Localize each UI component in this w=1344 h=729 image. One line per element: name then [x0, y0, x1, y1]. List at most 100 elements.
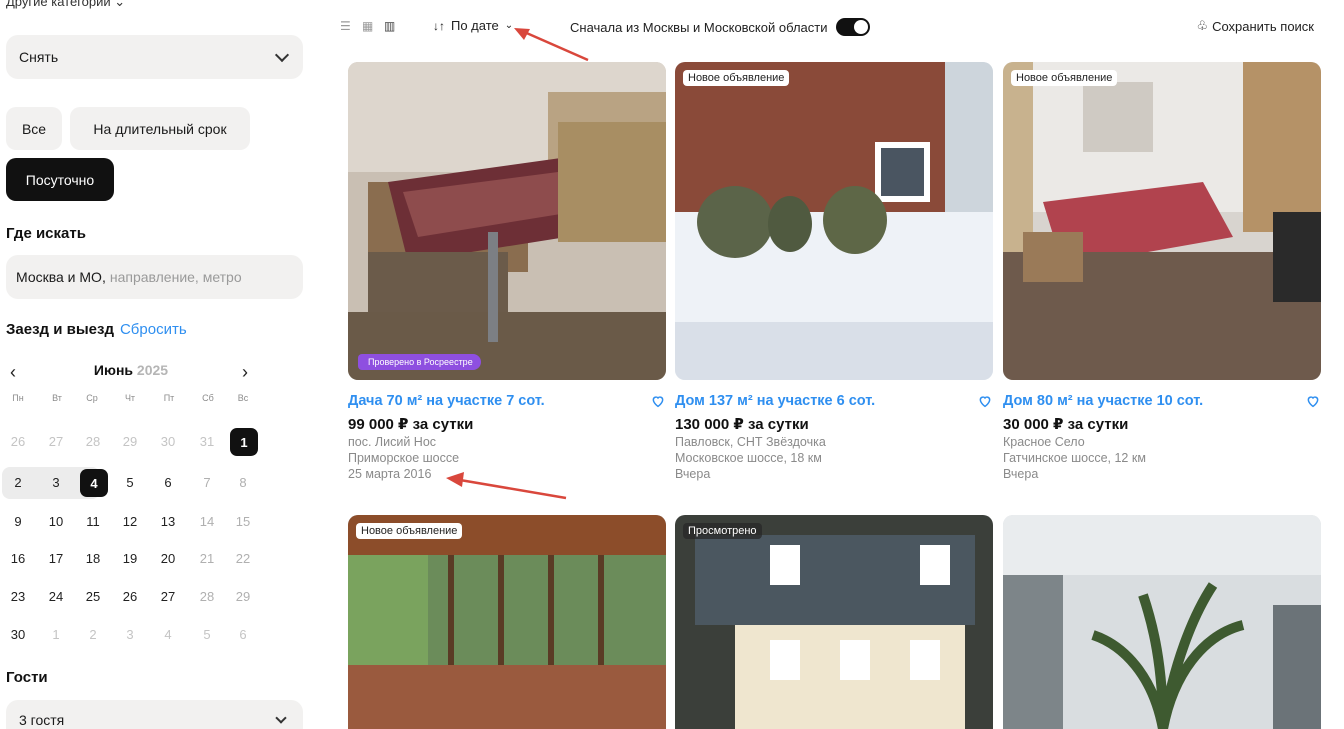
- calendar-day[interactable]: 10: [43, 508, 69, 534]
- listing-photo[interactable]: Новое объявление: [675, 62, 993, 380]
- calendar-day[interactable]: 13: [155, 508, 181, 534]
- listing-title-row: Дом 80 м² на участке 10 сот.: [1003, 393, 1321, 409]
- calendar-day[interactable]: 29: [117, 428, 143, 454]
- moscow-first-label: Сначала из Москвы и Московской области: [570, 19, 828, 35]
- heart-icon[interactable]: [1305, 393, 1321, 409]
- photo-brick-house-snow: [675, 62, 993, 380]
- listing-photo[interactable]: [1003, 515, 1321, 729]
- calendar-day[interactable]: 12: [117, 508, 143, 534]
- calendar-day[interactable]: 17: [43, 545, 69, 571]
- list-view-icon[interactable]: ☰: [340, 20, 351, 32]
- listing-title-row: Дом 137 м² на участке 6 сот.: [675, 393, 993, 409]
- chip-all[interactable]: Все: [6, 107, 62, 150]
- calendar-day[interactable]: 30: [5, 621, 31, 647]
- listing-photo[interactable]: Просмотрено: [675, 515, 993, 729]
- listing-price: 30 000 ₽ за сутки: [1003, 416, 1129, 433]
- map-view-icon[interactable]: ▥: [384, 20, 395, 32]
- heart-icon[interactable]: [977, 393, 993, 409]
- calendar-day[interactable]: 6: [155, 469, 181, 495]
- moscow-first-toggle[interactable]: [835, 18, 870, 36]
- calendar-day[interactable]: 2: [5, 469, 31, 495]
- listing-title[interactable]: Дача 70 м² на участке 7 сот.: [348, 393, 545, 409]
- calendar-day[interactable]: 5: [117, 469, 143, 495]
- listing-title[interactable]: Дом 137 м² на участке 6 сот.: [675, 393, 875, 409]
- location-placeholder: направление, метро: [109, 269, 242, 285]
- calendar-day[interactable]: 26: [117, 583, 143, 609]
- new-listing-badge: Новое объявление: [683, 70, 790, 86]
- calendar-day[interactable]: 16: [5, 545, 31, 571]
- listing-photo[interactable]: Проверено в Росреестре: [348, 62, 666, 380]
- weekday-label: Пт: [163, 393, 175, 403]
- calendar-day[interactable]: 7: [194, 469, 220, 495]
- listing-road: Приморское шоссе: [348, 451, 460, 465]
- calendar-day[interactable]: 3: [43, 469, 69, 495]
- calendar-day[interactable]: 1: [43, 621, 69, 647]
- calendar-day[interactable]: 24: [43, 583, 69, 609]
- listing-card[interactable]: Новое объявление Дом 80 м² на участке 10…: [1003, 62, 1321, 481]
- calendar-day[interactable]: 26: [5, 428, 31, 454]
- calendar-day[interactable]: 25: [80, 583, 106, 609]
- calendar-day[interactable]: 4: [155, 621, 181, 647]
- new-listing-badge: Новое объявление: [1011, 70, 1118, 86]
- calendar-day[interactable]: 3: [117, 621, 143, 647]
- calendar-day[interactable]: 29: [230, 583, 256, 609]
- calendar-day[interactable]: 8: [230, 469, 256, 495]
- listing-card[interactable]: [1003, 515, 1321, 729]
- calendar-day[interactable]: 6: [230, 621, 256, 647]
- calendar-day[interactable]: 28: [194, 583, 220, 609]
- calendar-day[interactable]: 21: [194, 545, 220, 571]
- calendar-month: Июнь 2025: [6, 362, 256, 378]
- chip-long-term[interactable]: На длительный срок: [70, 107, 250, 150]
- photo-room-table: [348, 62, 666, 380]
- listing-photo[interactable]: Новое объявление: [348, 515, 666, 729]
- calendar-day[interactable]: 30: [155, 428, 181, 454]
- calendar-day[interactable]: 14: [194, 508, 220, 534]
- toggle-knob: [853, 20, 868, 34]
- calendar-day[interactable]: 11: [80, 508, 106, 534]
- calendar-day[interactable]: 28: [80, 428, 106, 454]
- deal-type-select[interactable]: Снять: [6, 35, 303, 79]
- calendar-day[interactable]: 31: [194, 428, 220, 454]
- calendar-day[interactable]: 20: [155, 545, 181, 571]
- guests-select[interactable]: 3 гостя: [6, 700, 303, 729]
- listing-title[interactable]: Дом 80 м² на участке 10 сот.: [1003, 393, 1203, 409]
- sort-dropdown[interactable]: ↓↑ По дате ⌄: [433, 18, 513, 33]
- listing-location: Красное Село: [1003, 435, 1085, 449]
- listing-card[interactable]: Новое объявление Дом 137 м² на участке 6…: [675, 62, 993, 481]
- listing-price: 130 000 ₽ за сутки: [675, 416, 809, 433]
- sort-label: По дате: [451, 18, 499, 33]
- listing-card[interactable]: Просмотрено: [675, 515, 993, 729]
- calendar-day[interactable]: 18: [80, 545, 106, 571]
- calendar-day[interactable]: 2: [80, 621, 106, 647]
- moscow-first-toggle-row: Сначала из Москвы и Московской области: [570, 18, 870, 36]
- reset-dates-link[interactable]: Сбросить: [120, 321, 187, 338]
- photo-room-sofa: [1003, 62, 1321, 380]
- heart-icon[interactable]: [650, 393, 666, 409]
- listing-photo[interactable]: Новое объявление: [1003, 62, 1321, 380]
- save-search-label: Сохранить поиск: [1212, 18, 1314, 34]
- calendar-day[interactable]: 23: [5, 583, 31, 609]
- weekday-label: Вс: [237, 393, 249, 403]
- weekday-label: Ср: [86, 393, 98, 403]
- calendar-day[interactable]: 4: [80, 469, 108, 497]
- calendar-day[interactable]: 1: [230, 428, 258, 456]
- location-input[interactable]: Москва и МО, направление, метро: [6, 255, 303, 299]
- calendar-day[interactable]: 27: [43, 428, 69, 454]
- dates-heading-label: Заезд и выезд: [6, 321, 114, 338]
- listing-card[interactable]: Новое объявление: [348, 515, 666, 729]
- calendar-day[interactable]: 5: [194, 621, 220, 647]
- chip-daily[interactable]: Посуточно: [6, 158, 114, 201]
- filters-sidebar: Другие категории ⌄ Снять Все На длительн…: [0, 0, 310, 729]
- listing-card[interactable]: Проверено в Росреестре Дача 70 м² на уча…: [348, 62, 666, 481]
- calendar-day[interactable]: 15: [230, 508, 256, 534]
- calendar-day[interactable]: 22: [230, 545, 256, 571]
- grid-view-icon[interactable]: ▦: [362, 20, 373, 32]
- calendar-day[interactable]: 27: [155, 583, 181, 609]
- other-categories-link[interactable]: Другие категории ⌄: [6, 0, 125, 10]
- calendar-day[interactable]: 9: [5, 508, 31, 534]
- listing-title-row: Дача 70 м² на участке 7 сот.: [348, 393, 666, 409]
- photo-modern-house-palm: [1003, 515, 1321, 729]
- calendar-day[interactable]: 19: [117, 545, 143, 571]
- save-search-button[interactable]: ♧ Сохранить поиск: [1196, 18, 1314, 34]
- next-month-icon[interactable]: ›: [242, 362, 248, 383]
